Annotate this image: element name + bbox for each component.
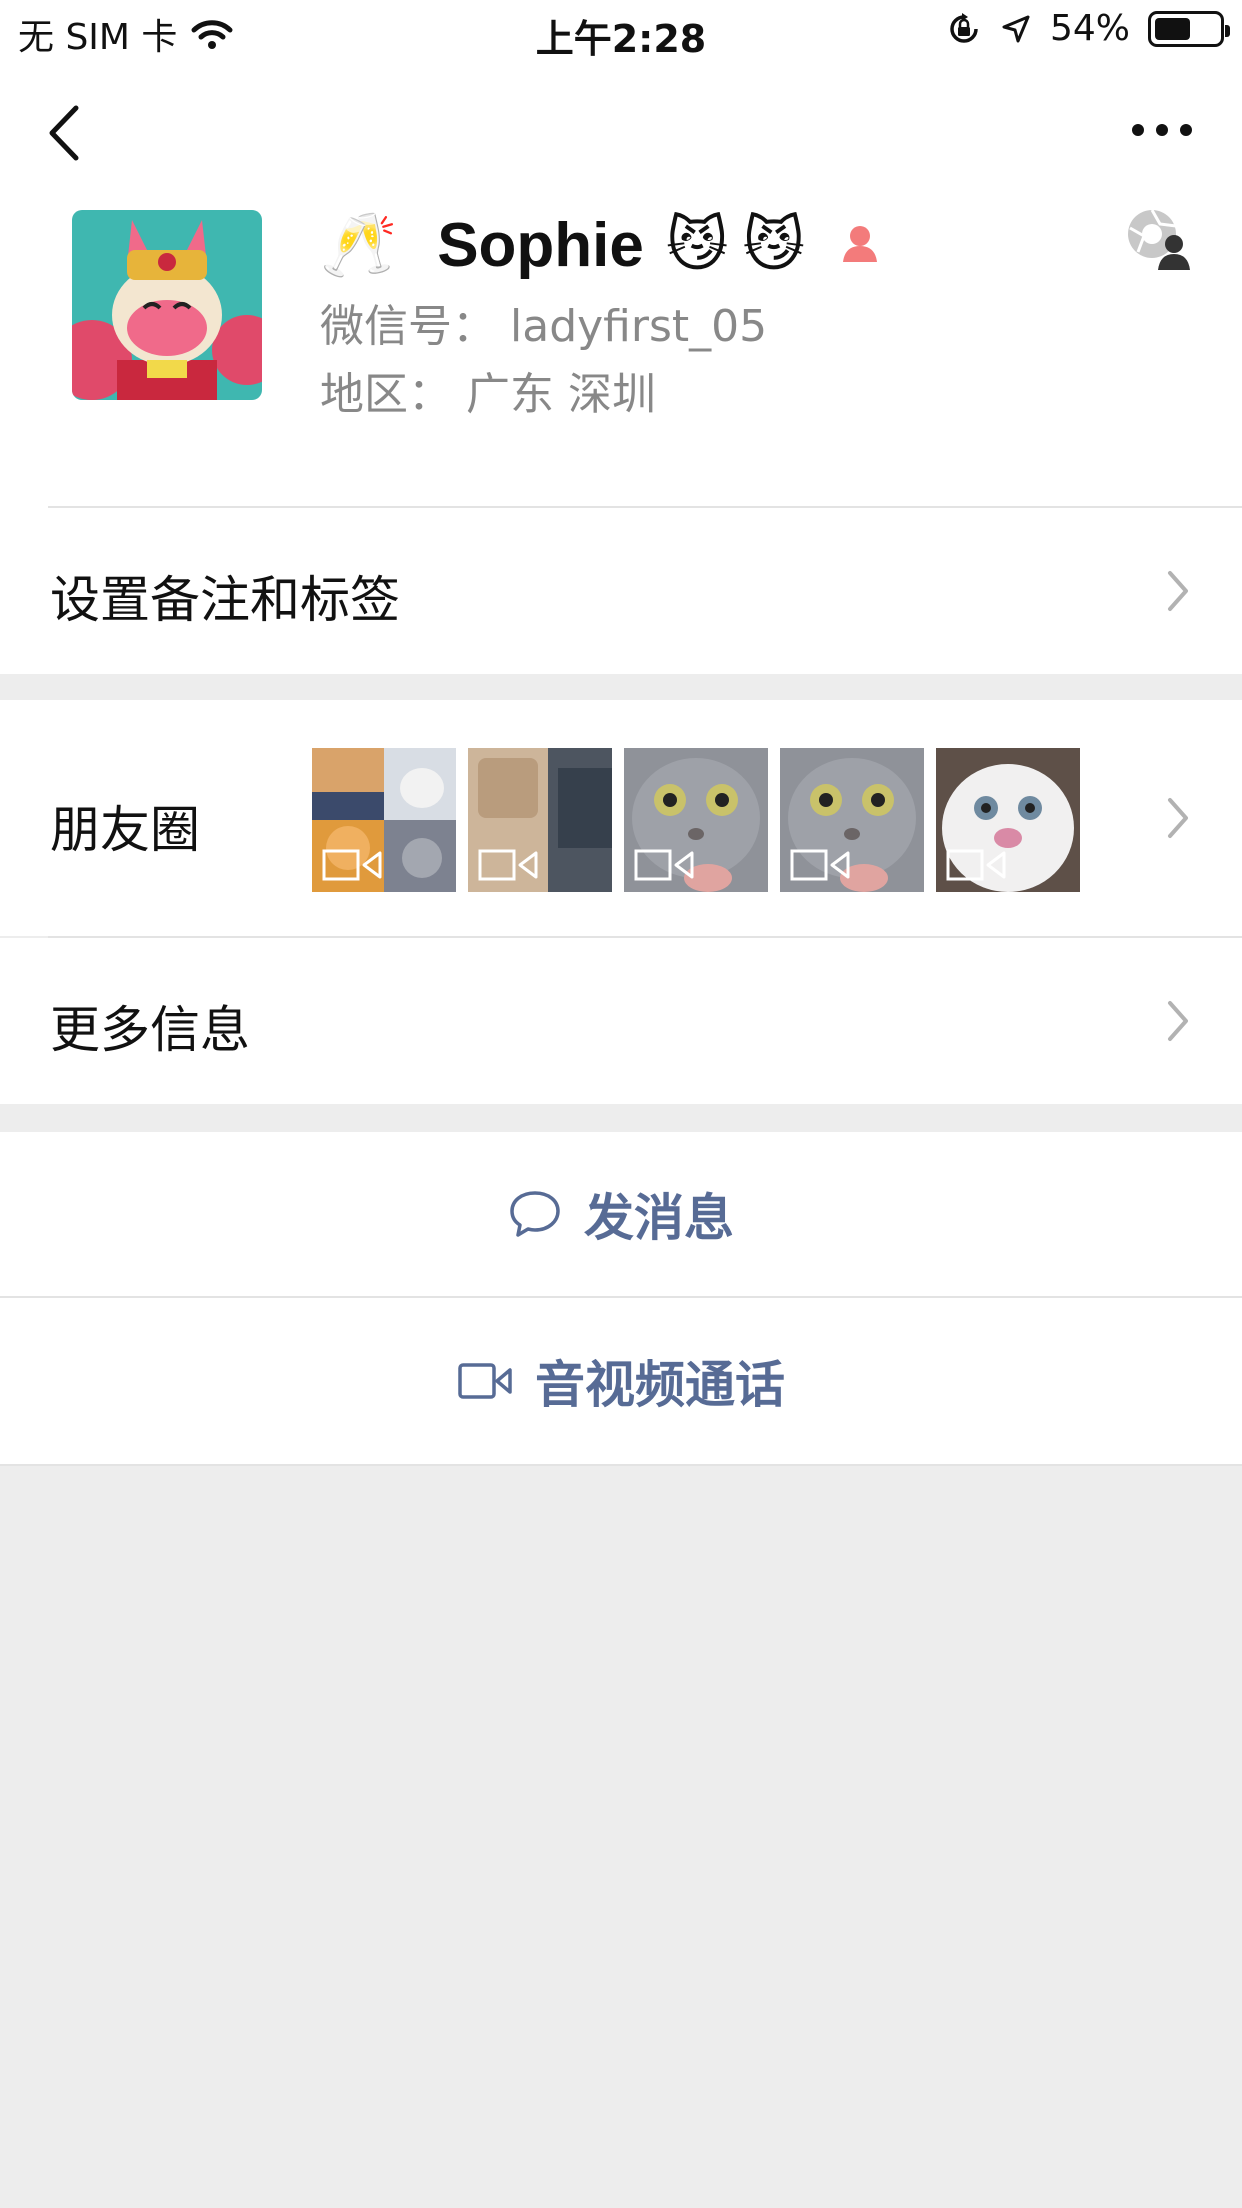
send-message-button[interactable]: 发消息	[0, 1132, 1242, 1296]
moments-thumbnail	[312, 748, 456, 892]
wechat-id-value: ladyfirst_05	[510, 301, 768, 352]
video-icon	[946, 849, 1006, 881]
av-call-label: 音视频通话	[535, 1356, 785, 1414]
send-message-label: 发消息	[584, 1189, 734, 1247]
cat-emoji: 😼	[665, 210, 729, 280]
more-info-label: 更多信息	[50, 1001, 250, 1059]
moments-row[interactable]: 朋友圈	[0, 700, 1242, 936]
moments-camera-icon[interactable]	[1124, 206, 1190, 270]
moments-label: 朋友圈	[50, 801, 200, 859]
region-value: 广东 深圳	[466, 369, 656, 420]
avatar[interactable]	[72, 210, 262, 400]
battery-percent: 54%	[1049, 8, 1130, 49]
chevron-right-icon	[1168, 1001, 1188, 1041]
battery-cap	[1225, 24, 1230, 37]
moments-thumbnail	[468, 748, 612, 892]
region-label: 地区：	[320, 369, 452, 420]
moments-thumbnail	[780, 748, 924, 892]
wechat-id-label: 微信号：	[320, 301, 496, 352]
profile-name: Sophie	[437, 210, 644, 280]
chevron-right-icon	[1168, 798, 1188, 838]
wechat-id-line: 微信号： ladyfirst_05	[320, 290, 767, 354]
name-row: 🥂 Sophie 😼 😼	[320, 200, 883, 290]
video-icon	[322, 849, 382, 881]
more-info-row[interactable]: 更多信息	[0, 938, 1242, 1104]
av-call-button[interactable]: 音视频通话	[0, 1298, 1242, 1464]
more-dots-icon[interactable]	[1132, 120, 1192, 140]
more-dot	[1156, 124, 1168, 136]
female-icon	[843, 226, 878, 262]
more-dot	[1132, 124, 1144, 136]
remark-tags-row[interactable]: 设置备注和标签	[0, 508, 1242, 674]
nav-bar	[0, 60, 1242, 190]
video-icon	[634, 849, 694, 881]
remark-tags-label: 设置备注和标签	[50, 571, 400, 629]
status-right: 54%	[946, 8, 1230, 49]
video-camera-icon	[458, 1363, 512, 1399]
divider	[0, 1464, 1242, 1466]
video-icon	[478, 849, 538, 881]
chevron-left-icon[interactable]	[40, 98, 90, 168]
more-dot	[1180, 124, 1192, 136]
champagne-emoji: 🥂	[320, 208, 398, 281]
location-arrow-icon	[1002, 15, 1030, 42]
video-icon	[790, 849, 850, 881]
moments-thumbnails	[312, 748, 1080, 892]
battery-icon	[1148, 10, 1230, 47]
cat-emoji: 😼	[742, 210, 806, 280]
status-bar: 无 SIM 卡 上午2:28 54%	[0, 0, 1242, 61]
chevron-right-icon	[1168, 571, 1188, 611]
chat-bubble-icon	[510, 1191, 560, 1237]
region-line: 地区： 广东 深圳	[320, 358, 656, 422]
battery-fill	[1155, 17, 1190, 40]
moments-thumbnail	[624, 748, 768, 892]
avatar-illustration	[72, 210, 262, 400]
profile-header: 🥂 Sophie 😼 😼 微信号： ladyfirst_05 地区： 广东 深圳	[0, 190, 1242, 508]
orientation-lock-icon	[950, 12, 978, 43]
moments-thumbnail	[936, 748, 1080, 892]
